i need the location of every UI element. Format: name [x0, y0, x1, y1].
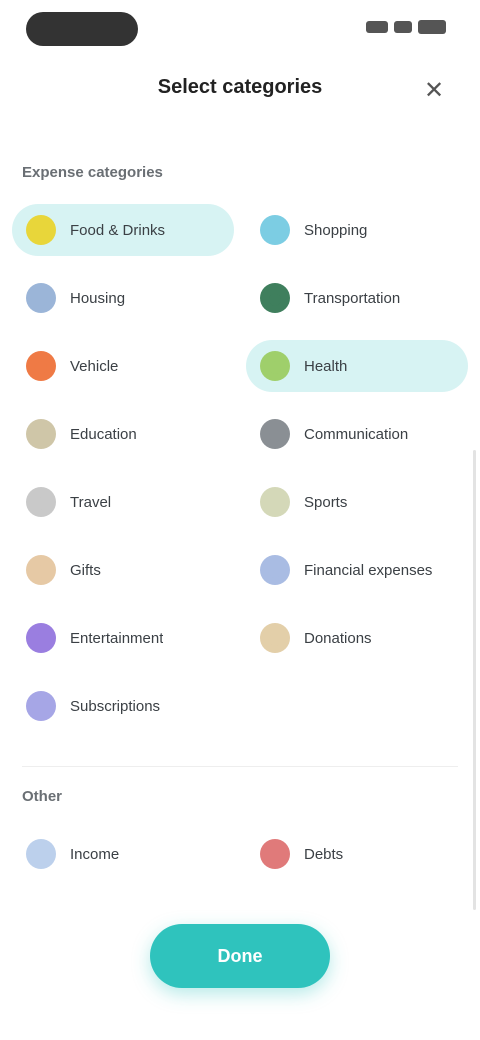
- category-label: Vehicle: [70, 357, 119, 375]
- debt-icon: ●: [260, 839, 290, 869]
- category-label: Subscriptions: [70, 697, 161, 715]
- category-chip[interactable]: ● Transportation: [246, 272, 468, 324]
- status-icons: [366, 20, 446, 34]
- category-chip[interactable]: ● Entertainment: [12, 612, 234, 664]
- section-divider: [22, 766, 458, 767]
- category-label: Shopping: [304, 221, 368, 239]
- close-button[interactable]: ✕: [416, 72, 452, 108]
- category-chip[interactable]: ● Gifts: [12, 544, 234, 596]
- category-chip[interactable]: ● Food & Drinks: [12, 204, 234, 256]
- shopping-icon: ●: [260, 215, 290, 245]
- status-bar: [0, 0, 480, 60]
- category-label: Financial expenses: [304, 561, 433, 579]
- header: Select categories ✕: [0, 60, 480, 120]
- income-icon: ●: [26, 839, 56, 869]
- phone-icon: ●: [260, 419, 290, 449]
- category-chip[interactable]: ● Financial expenses: [246, 544, 468, 596]
- category-label: Entertainment: [70, 629, 164, 647]
- category-label: Housing: [70, 289, 126, 307]
- subscription-icon: ●: [26, 691, 56, 721]
- category-label: Transportation: [304, 289, 401, 307]
- travel-icon: ●: [26, 487, 56, 517]
- food-icon: ●: [26, 215, 56, 245]
- category-label: Sports: [304, 493, 348, 511]
- vehicle-icon: ●: [26, 351, 56, 381]
- entertainment-icon: ●: [26, 623, 56, 653]
- done-button[interactable]: Done: [150, 924, 330, 988]
- category-chip[interactable]: ● Donations: [246, 612, 468, 664]
- category-label: Debts: [304, 845, 344, 863]
- wifi-icon: [394, 21, 412, 33]
- category-label: Gifts: [70, 561, 101, 579]
- category-chip[interactable]: ● Shopping: [246, 204, 468, 256]
- category-chip[interactable]: ● Debts: [246, 828, 468, 880]
- gift-icon: ●: [26, 555, 56, 585]
- category-chip[interactable]: ● Housing: [12, 272, 234, 324]
- dynamic-island: [26, 12, 138, 46]
- category-chip[interactable]: ● Health: [246, 340, 468, 392]
- category-chip[interactable]: ● Communication: [246, 408, 468, 460]
- battery-icon: [418, 20, 446, 34]
- scrollbar[interactable]: [473, 450, 476, 910]
- category-chip[interactable]: ● Education: [12, 408, 234, 460]
- category-chip[interactable]: ● Travel: [12, 476, 234, 528]
- section-title-other: Other: [22, 788, 63, 805]
- category-grid-other: ● Income ● Debts: [12, 828, 468, 880]
- section-title-expenses: Expense categories: [22, 164, 163, 181]
- category-label: Travel: [70, 493, 112, 511]
- category-chip[interactable]: ● Vehicle: [12, 340, 234, 392]
- category-label: Food & Drinks: [70, 221, 166, 239]
- education-icon: ●: [26, 419, 56, 449]
- category-label: Communication: [304, 425, 409, 443]
- category-label: Donations: [304, 629, 372, 647]
- category-chip[interactable]: ● Sports: [246, 476, 468, 528]
- signal-icon: [366, 21, 388, 33]
- category-label: Health: [304, 357, 348, 375]
- category-label: Income: [70, 845, 120, 863]
- sports-icon: ●: [260, 487, 290, 517]
- donation-icon: ●: [260, 623, 290, 653]
- category-chip[interactable]: ● Income: [12, 828, 234, 880]
- car-icon: ●: [260, 283, 290, 313]
- category-chip[interactable]: ● Subscriptions: [12, 680, 234, 732]
- home-icon: ●: [26, 283, 56, 313]
- finance-icon: ●: [260, 555, 290, 585]
- health-icon: ●: [260, 351, 290, 381]
- category-label: Education: [70, 425, 137, 443]
- page-title: Select categories: [157, 76, 323, 98]
- category-grid-expenses: ● Food & Drinks ● Shopping ● Housing ● Transpor…: [12, 204, 468, 732]
